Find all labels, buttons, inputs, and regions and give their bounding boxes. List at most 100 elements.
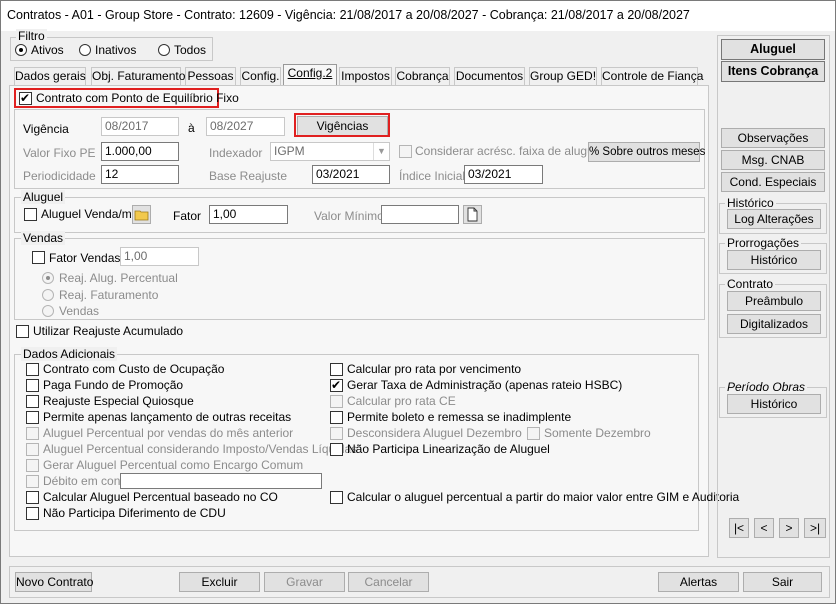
chk-taxa-administracao-label[interactable]: Gerar Taxa de Administração (apenas rate…	[347, 378, 622, 392]
novo-contrato-button[interactable]: Novo Contrato	[15, 572, 93, 592]
tab-cobranca[interactable]: Cobrança	[395, 67, 450, 85]
tab-pessoas[interactable]: Pessoas	[185, 67, 236, 85]
chk-diferimento-cdu-label[interactable]: Não Participa Diferimento de CDU	[43, 506, 226, 520]
considerar-label[interactable]: Considerar acrésc. faixa de aluguel	[415, 144, 603, 158]
chk-debito-conta[interactable]	[26, 475, 39, 488]
radio-reaj-fat-label[interactable]: Reaj. Faturamento	[59, 288, 158, 302]
chk-calc-co-label[interactable]: Calcular Aluguel Percentual baseado no C…	[43, 490, 278, 504]
chk-linearizacao-label[interactable]: Não Participa Linearização de Aluguel	[347, 442, 550, 456]
valor-fixo-input[interactable]: 1.000,00	[101, 142, 179, 161]
chk-mes-anterior[interactable]	[26, 427, 39, 440]
chk-calcular-maior-label[interactable]: Calcular o aluguel percentual a partir d…	[347, 490, 739, 504]
radio-ativos-label[interactable]: Ativos	[31, 43, 64, 57]
chk-pro-rata-ce[interactable]	[330, 395, 343, 408]
chk-outras-receitas-label[interactable]: Permite apenas lançamento de outras rece…	[43, 410, 291, 424]
debito-conta-input[interactable]	[120, 473, 322, 489]
vigencia-to-input[interactable]: 08/2027	[206, 117, 285, 136]
fator-vendas-checkbox[interactable]	[32, 251, 45, 264]
tab-config2[interactable]: Config.2	[283, 64, 337, 86]
tab-dados-gerais[interactable]: Dados gerais	[14, 67, 86, 85]
chk-custo-ocupacao-label[interactable]: Contrato com Custo de Ocupação	[43, 362, 224, 376]
radio-todos[interactable]	[158, 44, 170, 56]
radio-ativos[interactable]	[15, 44, 27, 56]
chk-boleto-inadimplente[interactable]	[330, 411, 343, 424]
chk-desconsidera-dezembro[interactable]	[330, 427, 343, 440]
tab-obj-faturamento[interactable]: Obj. Faturamento	[91, 67, 185, 85]
folder-icon[interactable]	[132, 205, 151, 224]
chk-mes-anterior-label[interactable]: Aluguel Percentual por vendas do mês ant…	[43, 426, 293, 440]
vigencia-from-input[interactable]: 08/2017	[101, 117, 179, 136]
chk-taxa-administracao[interactable]: ✔	[330, 378, 343, 392]
tab-group-ged[interactable]: Group GED!	[529, 67, 597, 85]
sair-button[interactable]: Sair	[743, 572, 822, 592]
chk-reajuste-quiosque-label[interactable]: Reajuste Especial Quiosque	[43, 394, 194, 408]
tab-config[interactable]: Config.	[240, 67, 281, 85]
chk-imposto-vendas[interactable]	[26, 443, 39, 456]
fator-vendas-input[interactable]: 1,00	[120, 247, 199, 266]
chk-boleto-inadimplente-label[interactable]: Permite boleto e remessa se inadimplente	[347, 410, 571, 424]
fator-vendas-label[interactable]: Fator Vendas	[49, 251, 120, 265]
tab-documentos[interactable]: Documentos	[454, 67, 525, 85]
nav-first-button[interactable]: |<	[729, 518, 749, 538]
preambulo-button[interactable]: Preâmbulo	[727, 291, 821, 311]
chk-pro-rata-vencimento[interactable]	[330, 363, 343, 376]
chk-linearizacao[interactable]	[330, 443, 343, 456]
chk-custo-ocupacao[interactable]	[26, 363, 39, 376]
indexador-select[interactable]: IGPM ▼	[270, 142, 390, 161]
excluir-button[interactable]: Excluir	[179, 572, 260, 592]
chk-pro-rata-ce-label[interactable]: Calcular pro rata CE	[347, 394, 456, 408]
radio-todos-label[interactable]: Todos	[174, 43, 206, 57]
chk-debito-conta-label[interactable]: Débito em conta	[43, 474, 130, 488]
chk-somente-dezembro[interactable]	[527, 427, 540, 440]
radio-vendas-label[interactable]: Vendas	[59, 304, 99, 318]
periodicidade-input[interactable]: 12	[101, 165, 179, 184]
chk-imposto-vendas-label[interactable]: Aluguel Percentual considerando Imposto/…	[43, 442, 357, 456]
alertas-button[interactable]: Alertas	[658, 572, 739, 592]
radio-reaj-alug-label[interactable]: Reaj. Alug. Percentual	[59, 271, 178, 285]
nav-last-button[interactable]: >|	[804, 518, 826, 538]
aluguel-button[interactable]: Aluguel	[721, 39, 825, 60]
radio-inativos[interactable]	[79, 44, 91, 56]
chk-desconsidera-dezembro-label[interactable]: Desconsidera Aluguel Dezembro	[347, 426, 522, 440]
chk-encargo-comum-label[interactable]: Gerar Aluguel Percentual como Encargo Co…	[43, 458, 303, 472]
gravar-button[interactable]: Gravar	[264, 572, 345, 592]
radio-reaj-alug[interactable]	[42, 272, 54, 284]
chk-somente-dezembro-label[interactable]: Somente Dezembro	[544, 426, 651, 440]
utilizar-reajuste-checkbox[interactable]	[16, 325, 29, 338]
fator-input[interactable]: 1,00	[209, 205, 288, 224]
chk-calcular-maior[interactable]	[330, 491, 343, 504]
pe-checkbox[interactable]: ✔	[19, 91, 32, 105]
chk-calc-co[interactable]	[26, 491, 39, 504]
sobre-outros-meses-button[interactable]: % Sobre outros meses	[588, 142, 705, 162]
chk-fundo-promocao[interactable]	[26, 379, 39, 392]
chk-reajuste-quiosque[interactable]	[26, 395, 39, 408]
valor-minimo-input[interactable]	[381, 205, 459, 224]
utilizar-reajuste-label[interactable]: Utilizar Reajuste Acumulado	[33, 324, 183, 338]
document-icon[interactable]	[463, 205, 482, 224]
chk-outras-receitas[interactable]	[26, 411, 39, 424]
log-alteracoes-button[interactable]: Log Alterações	[727, 209, 821, 229]
nav-prev-button[interactable]: <	[754, 518, 774, 538]
radio-inativos-label[interactable]: Inativos	[95, 43, 136, 57]
prorrogacoes-historico-button[interactable]: Histórico	[727, 250, 821, 270]
digitalizados-button[interactable]: Digitalizados	[727, 314, 821, 334]
radio-reaj-fat[interactable]	[42, 289, 54, 301]
indice-inicial-input[interactable]: 03/2021	[464, 165, 543, 184]
cancelar-button[interactable]: Cancelar	[348, 572, 429, 592]
itens-cobranca-button[interactable]: Itens Cobrança	[721, 61, 825, 82]
aluguel-venda-label[interactable]: Aluguel Venda/m²	[41, 207, 136, 221]
chk-fundo-promocao-label[interactable]: Paga Fundo de Promoção	[43, 378, 183, 392]
observacoes-button[interactable]: Observações	[721, 128, 825, 148]
considerar-checkbox[interactable]	[399, 145, 412, 158]
base-reajuste-input[interactable]: 03/2021	[312, 165, 390, 184]
chk-pro-rata-vencimento-label[interactable]: Calcular pro rata por vencimento	[347, 362, 521, 376]
aluguel-venda-checkbox[interactable]	[24, 208, 37, 221]
tab-impostos[interactable]: Impostos	[339, 67, 392, 85]
chk-encargo-comum[interactable]	[26, 459, 39, 472]
cond-especiais-button[interactable]: Cond. Especiais	[721, 172, 825, 192]
chevron-down-icon[interactable]: ▼	[373, 143, 389, 160]
chk-diferimento-cdu[interactable]	[26, 507, 39, 520]
nav-next-button[interactable]: >	[779, 518, 799, 538]
tab-controle-fianca[interactable]: Controle de Fiança	[601, 67, 703, 85]
periodo-obras-historico-button[interactable]: Histórico	[727, 394, 821, 414]
